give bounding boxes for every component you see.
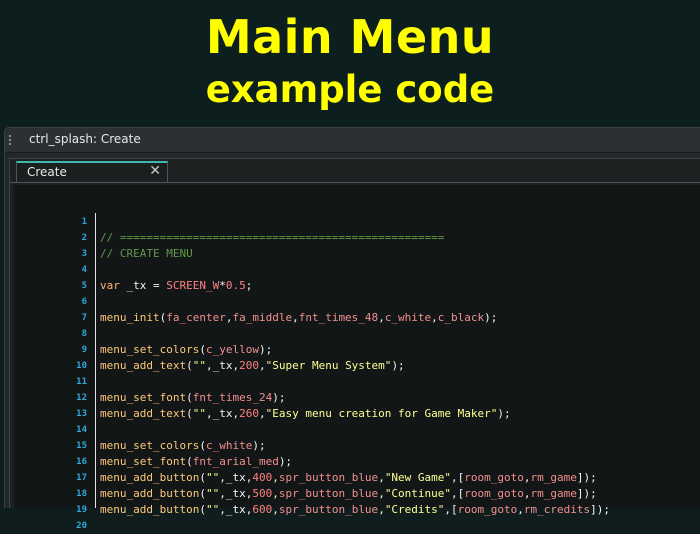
- line-number: 2: [81, 233, 87, 243]
- code-editor[interactable]: 1 2// ===================================…: [14, 185, 700, 531]
- code-text: var _tx = SCREEN_W*0.5;: [100, 279, 253, 292]
- line-number: 12: [76, 393, 87, 403]
- code-text: menu_add_text("",_tx,200,"Super Menu Sys…: [100, 359, 405, 372]
- line-number: 20: [76, 521, 87, 531]
- code-text: menu_add_button("",_tx,600,spr_button_bl…: [100, 503, 611, 516]
- line-number: 9: [81, 345, 87, 355]
- line-number: 11: [76, 377, 87, 387]
- code-text: // =====================================…: [100, 231, 445, 244]
- tab-label: Create: [27, 165, 67, 179]
- tab-create[interactable]: Create ✕: [16, 161, 168, 183]
- line-number: 17: [76, 473, 87, 483]
- tab-strip-divider: [10, 182, 700, 183]
- code-text: menu_set_font(fnt_arial_med);: [100, 455, 293, 468]
- code-text: menu_set_colors(c_yellow);: [100, 343, 273, 356]
- code-text: menu_init(fa_center,fa_middle,fnt_times_…: [100, 311, 498, 324]
- code-text: menu_add_text("",_tx,260,"Easy menu crea…: [100, 407, 511, 420]
- line-number: 8: [81, 329, 87, 339]
- header-banner: Main Menu example code: [0, 0, 700, 125]
- window-title: ctrl_splash: Create: [29, 132, 141, 146]
- line-number: 10: [76, 361, 87, 371]
- line-number: 1: [81, 217, 87, 227]
- line-number: 16: [76, 457, 87, 467]
- line-number: 6: [81, 297, 87, 307]
- code-text: menu_add_button("",_tx,400,spr_button_bl…: [100, 471, 597, 484]
- line-number: 13: [76, 409, 87, 419]
- code-text: menu_set_colors(c_white);: [100, 439, 266, 452]
- code-text: // CREATE MENU: [100, 247, 193, 260]
- page-subtitle: example code: [205, 68, 495, 111]
- line-number: 7: [81, 313, 87, 323]
- line-number: 19: [76, 505, 87, 515]
- editor-frame: Create ✕ 1 2// ==========================…: [9, 158, 700, 531]
- grip-dots-icon[interactable]: [9, 135, 15, 145]
- code-text: menu_set_font(fnt_times_24);: [100, 391, 286, 404]
- close-icon[interactable]: ✕: [149, 163, 161, 179]
- page-title: Main Menu: [205, 10, 495, 64]
- line-number: 14: [76, 425, 87, 435]
- line-number: 5: [81, 281, 87, 291]
- window-titlebar[interactable]: ctrl_splash: Create: [5, 128, 700, 153]
- line-number: 15: [76, 441, 87, 451]
- code-editor-window: ctrl_splash: Create Create ✕ 1 2// ======…: [4, 127, 700, 531]
- line-number: 3: [81, 249, 87, 259]
- line-number: 4: [81, 265, 87, 275]
- gutter-separator: [95, 213, 96, 508]
